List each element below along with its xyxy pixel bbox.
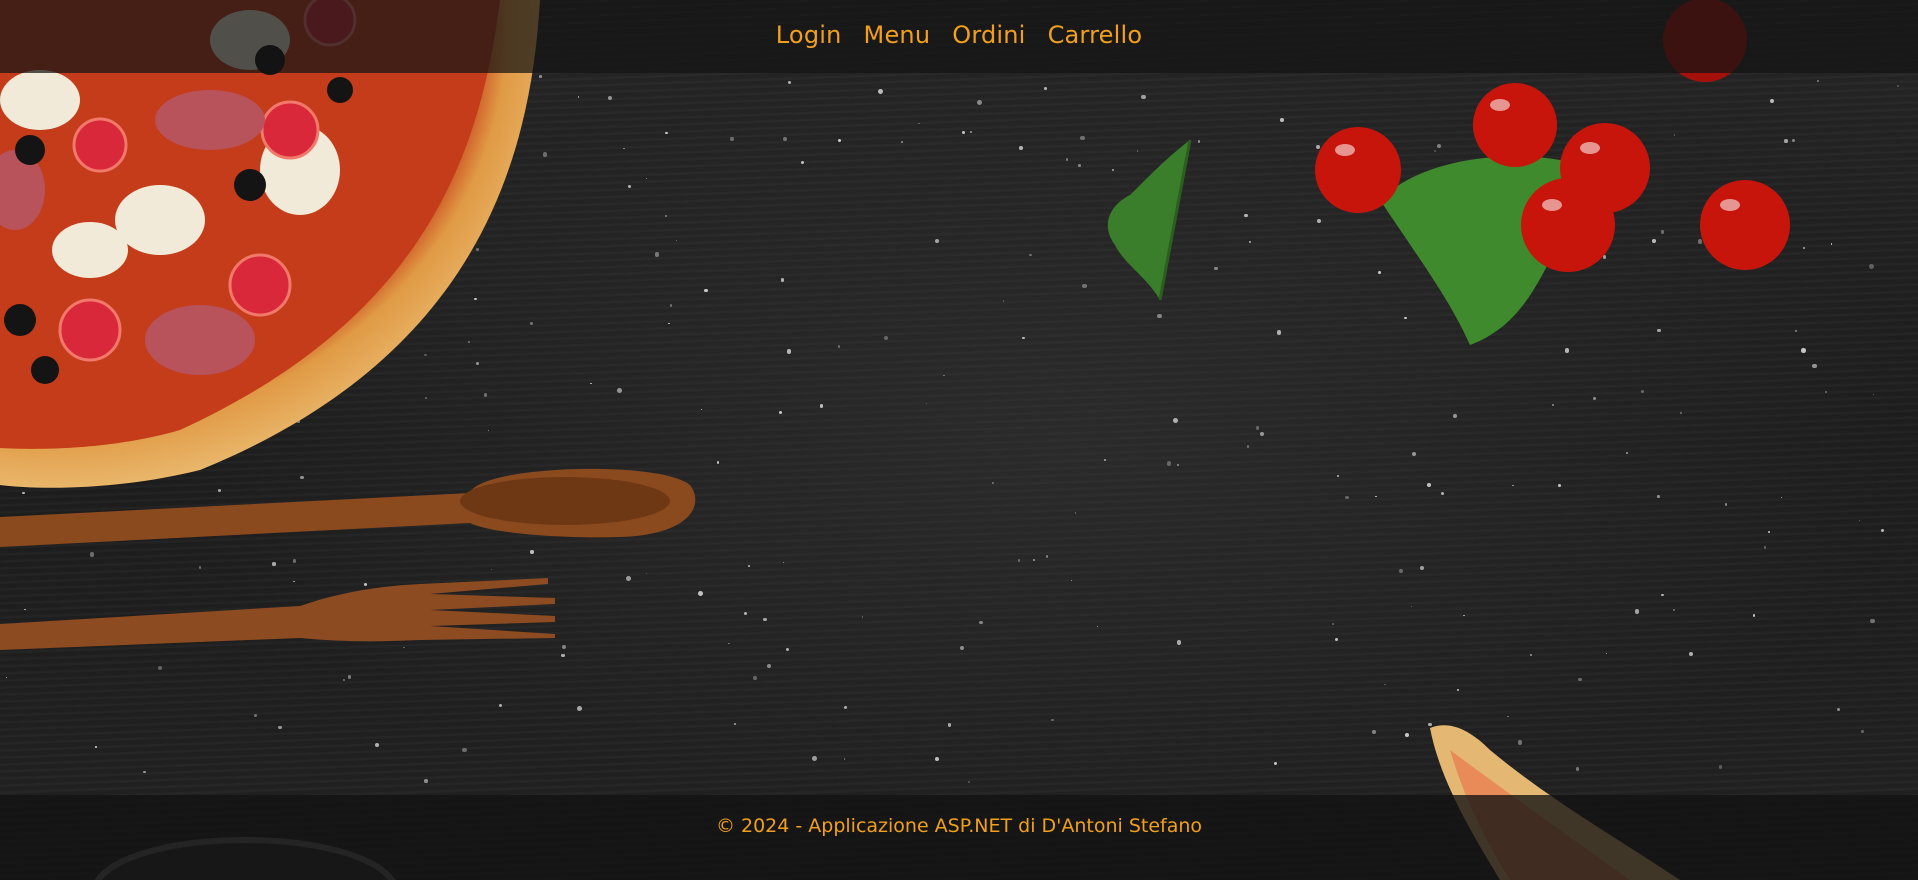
flour-speck <box>607 95 612 100</box>
flour-speck <box>1082 283 1087 289</box>
flour-speck <box>348 675 352 679</box>
nav-login-link[interactable]: Login <box>776 21 842 49</box>
flour-speck <box>278 725 282 730</box>
flour-speck <box>1456 688 1459 691</box>
flour-speck <box>782 136 788 141</box>
flour-speck <box>1724 503 1727 506</box>
flour-speck <box>1860 729 1864 733</box>
flour-speck <box>576 706 582 712</box>
flour-speck <box>704 288 708 293</box>
flour-speck <box>1679 411 1682 414</box>
flour-speck <box>1767 530 1770 533</box>
flour-speck <box>1104 459 1106 461</box>
flour-speck <box>763 617 767 621</box>
flour-speck <box>626 576 631 582</box>
flour-speck <box>590 382 592 384</box>
flour-speck <box>1372 729 1377 734</box>
nav-menu-link[interactable]: Menu <box>864 21 931 49</box>
flour-speck <box>785 648 789 652</box>
flour-speck <box>1557 484 1561 487</box>
flour-speck <box>1578 677 1582 682</box>
flour-speck <box>811 755 817 761</box>
flour-speck <box>962 131 965 134</box>
flour-speck <box>1870 618 1875 623</box>
flour-speck <box>787 81 791 84</box>
flour-speck <box>786 349 792 354</box>
nav-carrello-link[interactable]: Carrello <box>1048 21 1143 49</box>
flour-speck <box>1032 558 1035 561</box>
nav-ordini-link[interactable]: Ordini <box>952 21 1025 49</box>
flour-speck <box>1384 683 1386 686</box>
flour-speck <box>1404 732 1410 737</box>
flour-speck <box>668 322 670 325</box>
flour-speck <box>934 757 939 762</box>
flour-speck <box>342 678 345 681</box>
flour-speck <box>1625 452 1628 455</box>
flour-speck <box>991 482 994 485</box>
flour-speck <box>675 239 677 241</box>
flour-speck <box>1661 593 1664 597</box>
flour-speck <box>753 676 757 680</box>
wooden-fork <box>0 578 555 650</box>
flour-speck <box>1593 397 1596 401</box>
flour-speck <box>1018 145 1023 150</box>
flour-speck <box>1255 426 1260 430</box>
flour-speck <box>1141 94 1146 100</box>
flour-speck <box>1868 264 1874 270</box>
flour-speck <box>1752 614 1756 617</box>
flour-speck <box>778 410 782 414</box>
flour-speck <box>562 644 566 649</box>
pizza-illustration <box>0 0 540 488</box>
flour-speck <box>665 131 668 135</box>
flour-speck <box>424 779 429 783</box>
flour-speck <box>730 137 734 141</box>
flour-speck <box>925 402 927 404</box>
flour-speck <box>1719 765 1723 769</box>
flour-speck <box>819 404 824 408</box>
flour-speck <box>733 722 737 725</box>
flour-speck <box>1077 163 1081 167</box>
page-footer: © 2024 - Applicazione ASP.NET di D'Anton… <box>0 795 1918 880</box>
flour-speck <box>670 304 673 307</box>
flour-speck <box>877 89 883 95</box>
flour-speck <box>780 278 784 282</box>
parsley-leaf <box>1107 139 1192 301</box>
flour-speck <box>254 713 258 717</box>
wooden-spoon <box>0 468 696 547</box>
flour-speck <box>1167 461 1172 466</box>
flour-speck <box>1176 639 1182 645</box>
flour-speck <box>1079 135 1085 141</box>
flour-speck <box>1274 761 1277 765</box>
flour-speck <box>1244 213 1248 218</box>
flour-speck <box>979 620 983 625</box>
flour-speck <box>861 616 863 618</box>
nav-menu: Login Menu Ordini Carrello <box>776 21 1142 49</box>
flour-speck <box>462 747 467 753</box>
flour-speck <box>272 562 276 566</box>
top-navbar: Login Menu Ordini Carrello <box>0 0 1918 73</box>
flour-speck <box>1280 117 1285 122</box>
flour-speck <box>654 252 660 257</box>
flour-speck <box>697 590 703 596</box>
footer-copyright: © 2024 - Applicazione ASP.NET di D'Anton… <box>715 815 1203 837</box>
flour-speck <box>561 654 565 658</box>
flour-speck <box>1812 363 1817 368</box>
flour-speck <box>627 184 631 188</box>
flour-speck <box>1044 86 1047 90</box>
flour-speck <box>843 705 847 709</box>
